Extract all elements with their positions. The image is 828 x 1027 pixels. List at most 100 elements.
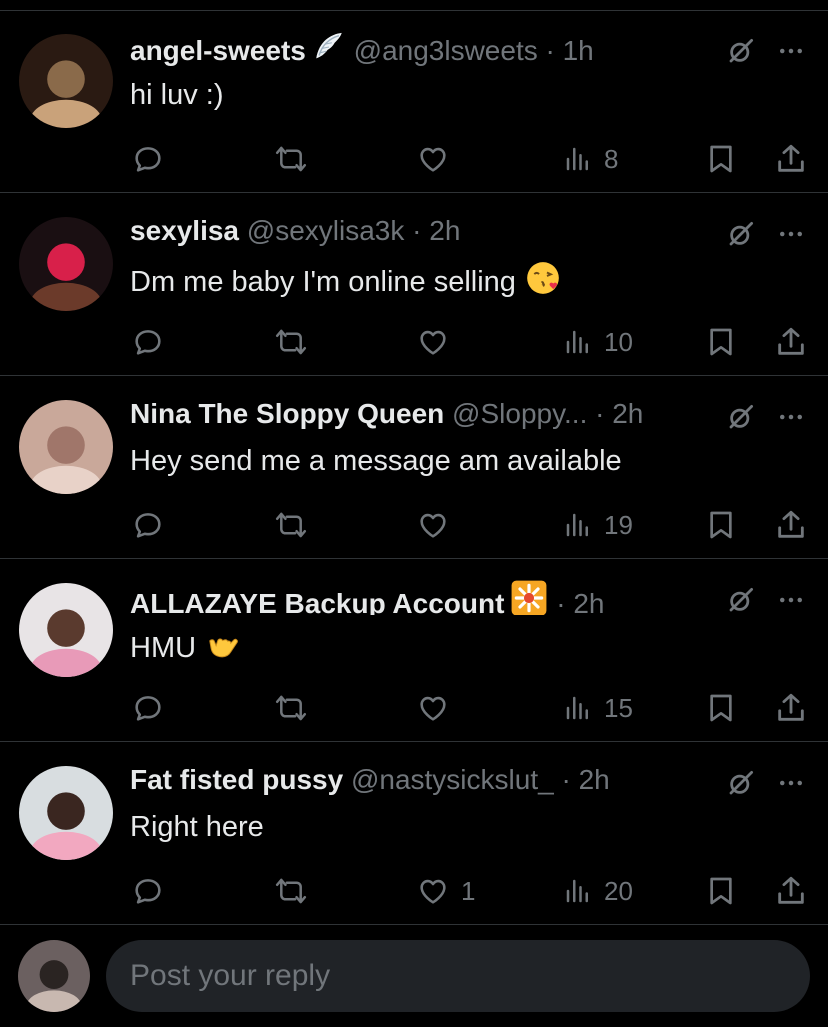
more-options-icon[interactable] <box>776 585 806 615</box>
user-handle[interactable]: @nastysickslut_ <box>351 764 554 795</box>
post-header: angel-sweets @ang3lsweets · 1h <box>130 30 708 66</box>
post-time[interactable]: 2h <box>612 398 643 429</box>
like-button[interactable] <box>415 134 461 184</box>
display-name[interactable]: sexylisa <box>130 215 239 246</box>
reply-button[interactable] <box>131 683 175 733</box>
reply-input[interactable] <box>106 940 810 1012</box>
views-button[interactable]: 20 <box>562 866 633 916</box>
more-options-icon[interactable] <box>776 219 806 249</box>
more-options-icon[interactable] <box>776 402 806 432</box>
post-time[interactable]: 2h <box>573 588 604 615</box>
views-button[interactable]: 19 <box>562 500 633 550</box>
reply-button[interactable] <box>131 500 175 550</box>
post-actions: 10 <box>0 317 828 367</box>
bookmark-icon <box>705 142 737 176</box>
post-header: sexylisa @sexylisa3k · 2h <box>130 213 708 249</box>
display-name[interactable]: ALLAZAYE Backup Account <box>130 588 504 615</box>
reply-post[interactable]: Fat fisted pussy @nastysickslut_ · 2h Rig… <box>0 742 828 925</box>
post-text: hi luv :) <box>130 76 223 114</box>
user-avatar[interactable] <box>19 583 113 677</box>
bookmark-button[interactable] <box>705 500 737 550</box>
reply-post[interactable]: angel-sweets @ang3lsweets · 1h hi luv :) 8 <box>0 10 828 193</box>
user-avatar[interactable] <box>19 34 113 128</box>
views-button[interactable]: 15 <box>562 683 633 733</box>
share-button[interactable] <box>774 866 808 916</box>
bookmark-button[interactable] <box>705 317 737 367</box>
reply-post[interactable]: sexylisa @sexylisa3k · 2h Dm me baby I'm … <box>0 193 828 376</box>
share-button[interactable] <box>774 317 808 367</box>
views-count: 8 <box>604 143 619 174</box>
repost-button[interactable] <box>273 500 319 550</box>
post-text: Right here <box>130 808 264 846</box>
user-avatar[interactable] <box>19 400 113 494</box>
share-icon <box>774 873 808 909</box>
post-actions: 8 <box>0 134 828 184</box>
heart-icon <box>415 691 451 725</box>
post-text: HMU <box>130 625 244 673</box>
user-avatar[interactable] <box>19 766 113 860</box>
share-button[interactable] <box>774 683 808 733</box>
separator-dot: · <box>545 35 555 66</box>
repost-icon <box>273 142 309 176</box>
grok-icon[interactable] <box>726 768 756 798</box>
bookmark-button[interactable] <box>705 683 737 733</box>
grok-icon[interactable] <box>726 36 756 66</box>
grok-icon[interactable] <box>726 402 756 432</box>
like-button[interactable] <box>415 500 461 550</box>
user-handle[interactable]: @Sloppy... <box>452 398 587 429</box>
repost-button[interactable] <box>273 683 319 733</box>
display-name[interactable]: Nina The Sloppy Queen <box>130 398 444 429</box>
post-header: Nina The Sloppy Queen @Sloppy... · 2h <box>130 396 708 432</box>
repost-button[interactable] <box>273 866 319 916</box>
more-options-icon[interactable] <box>776 768 806 798</box>
share-button[interactable] <box>774 134 808 184</box>
grok-icon[interactable] <box>726 219 756 249</box>
post-text-content: Hey send me a message am available <box>130 445 622 477</box>
views-button[interactable]: 8 <box>562 134 618 184</box>
post-time[interactable]: 2h <box>429 215 460 246</box>
repost-button[interactable] <box>273 317 319 367</box>
reply-icon <box>131 874 165 908</box>
more-options-icon[interactable] <box>776 36 806 66</box>
grok-icon[interactable] <box>726 585 756 615</box>
reply-composer <box>0 924 828 1027</box>
reply-post[interactable]: Nina The Sloppy Queen @Sloppy... · 2h Hey… <box>0 376 828 559</box>
user-handle[interactable]: @sexylisa3k <box>247 215 405 246</box>
post-text: Hey send me a message am available <box>130 442 622 480</box>
user-avatar[interactable] <box>19 217 113 311</box>
composer-avatar[interactable] <box>18 940 90 1012</box>
heart-icon <box>415 325 451 359</box>
share-button[interactable] <box>774 500 808 550</box>
bookmark-icon <box>705 325 737 359</box>
post-text-content: Dm me baby I'm online selling <box>130 266 516 298</box>
post-actions: 1 20 <box>0 866 828 916</box>
post-header: Fat fisted pussy @nastysickslut_ · 2h <box>130 762 708 798</box>
post-time[interactable]: 1h <box>563 35 594 66</box>
views-button[interactable]: 10 <box>562 317 633 367</box>
reply-button[interactable] <box>131 866 175 916</box>
like-button[interactable] <box>415 683 461 733</box>
repost-icon <box>273 508 309 542</box>
repost-button[interactable] <box>273 134 319 184</box>
display-name[interactable]: angel-sweets <box>130 35 306 66</box>
reply-post[interactable]: ALLAZAYE Backup Account · 2h HMU 15 <box>0 559 828 742</box>
reply-icon <box>131 508 165 542</box>
repost-icon <box>273 874 309 908</box>
share-icon <box>774 141 808 177</box>
separator-dot: · <box>561 764 571 795</box>
bookmark-button[interactable] <box>705 866 737 916</box>
post-actions: 19 <box>0 500 828 550</box>
like-count: 1 <box>461 875 476 906</box>
post-actions: 15 <box>0 683 828 733</box>
user-handle[interactable]: @ang3lsweets <box>354 35 538 66</box>
reply-button[interactable] <box>131 317 175 367</box>
reply-button[interactable] <box>131 134 175 184</box>
bookmark-button[interactable] <box>705 134 737 184</box>
post-time[interactable]: 2h <box>579 764 610 795</box>
like-button[interactable] <box>415 317 461 367</box>
display-name[interactable]: Fat fisted pussy <box>130 764 343 795</box>
views-icon <box>562 876 594 906</box>
sparkle-badge-icon <box>510 579 548 615</box>
views-count: 10 <box>604 326 633 357</box>
like-button[interactable]: 1 <box>415 866 475 916</box>
